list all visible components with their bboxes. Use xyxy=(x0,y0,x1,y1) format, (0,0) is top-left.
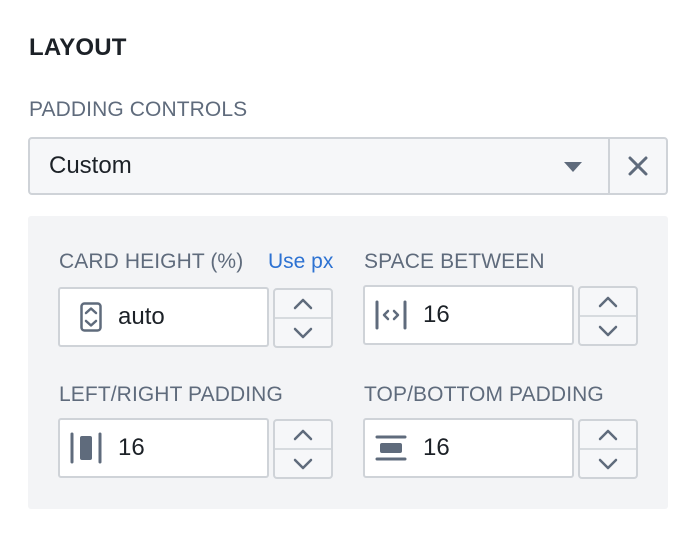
card-height-value: auto xyxy=(118,303,165,330)
chevron-down-icon xyxy=(598,458,618,469)
chevron-up-icon xyxy=(598,429,618,440)
close-icon xyxy=(628,156,648,176)
top-bottom-padding-value: 16 xyxy=(423,434,450,461)
card-height-decrement-button[interactable] xyxy=(275,317,331,346)
space-between-value: 16 xyxy=(423,301,450,328)
space-between-icon xyxy=(365,300,409,330)
top-bottom-padding-input[interactable]: 16 xyxy=(363,418,574,478)
space-between-input[interactable]: 16 xyxy=(363,285,574,345)
chevron-down-icon xyxy=(293,458,313,469)
caret-down-icon xyxy=(564,162,582,172)
space-between-decrement-button[interactable] xyxy=(580,315,636,344)
left-right-padding-value: 16 xyxy=(118,434,145,461)
padding-controls-label: PADDING CONTROLS xyxy=(29,98,248,121)
top-bottom-padding-label: TOP/BOTTOM PADDING xyxy=(364,383,604,406)
padding-controls-select[interactable]: Custom xyxy=(28,137,668,195)
left-right-padding-label: LEFT/RIGHT PADDING xyxy=(59,383,283,406)
chevron-up-icon xyxy=(598,296,618,307)
left-right-padding-decrement-button[interactable] xyxy=(275,448,331,477)
chevron-down-icon xyxy=(293,327,313,338)
horizontal-padding-icon xyxy=(60,432,104,464)
padding-controls-value: Custom xyxy=(49,152,132,179)
card-height-label: CARD HEIGHT (%) xyxy=(59,250,244,273)
top-bottom-padding-increment-button[interactable] xyxy=(580,421,636,448)
vertical-padding-icon xyxy=(365,434,409,462)
space-between-increment-button[interactable] xyxy=(580,288,636,315)
left-right-padding-increment-button[interactable] xyxy=(275,421,331,448)
chevron-up-icon xyxy=(293,429,313,440)
space-between-label: SPACE BETWEEN xyxy=(364,250,545,273)
auto-height-icon xyxy=(60,302,104,332)
clear-button[interactable] xyxy=(608,139,666,193)
padding-controls-dropdown[interactable]: Custom xyxy=(30,139,608,193)
card-height-stepper[interactable] xyxy=(273,288,333,348)
left-right-padding-stepper[interactable] xyxy=(273,419,333,479)
left-right-padding-input[interactable]: 16 xyxy=(58,418,269,478)
chevron-down-icon xyxy=(598,325,618,336)
top-bottom-padding-stepper[interactable] xyxy=(578,419,638,479)
space-between-stepper[interactable] xyxy=(578,286,638,346)
card-height-increment-button[interactable] xyxy=(275,290,331,317)
section-title: LAYOUT xyxy=(29,34,127,61)
top-bottom-padding-decrement-button[interactable] xyxy=(580,448,636,477)
chevron-up-icon xyxy=(293,298,313,309)
card-height-input[interactable]: auto xyxy=(58,287,269,347)
use-px-link[interactable]: Use px xyxy=(268,250,333,274)
